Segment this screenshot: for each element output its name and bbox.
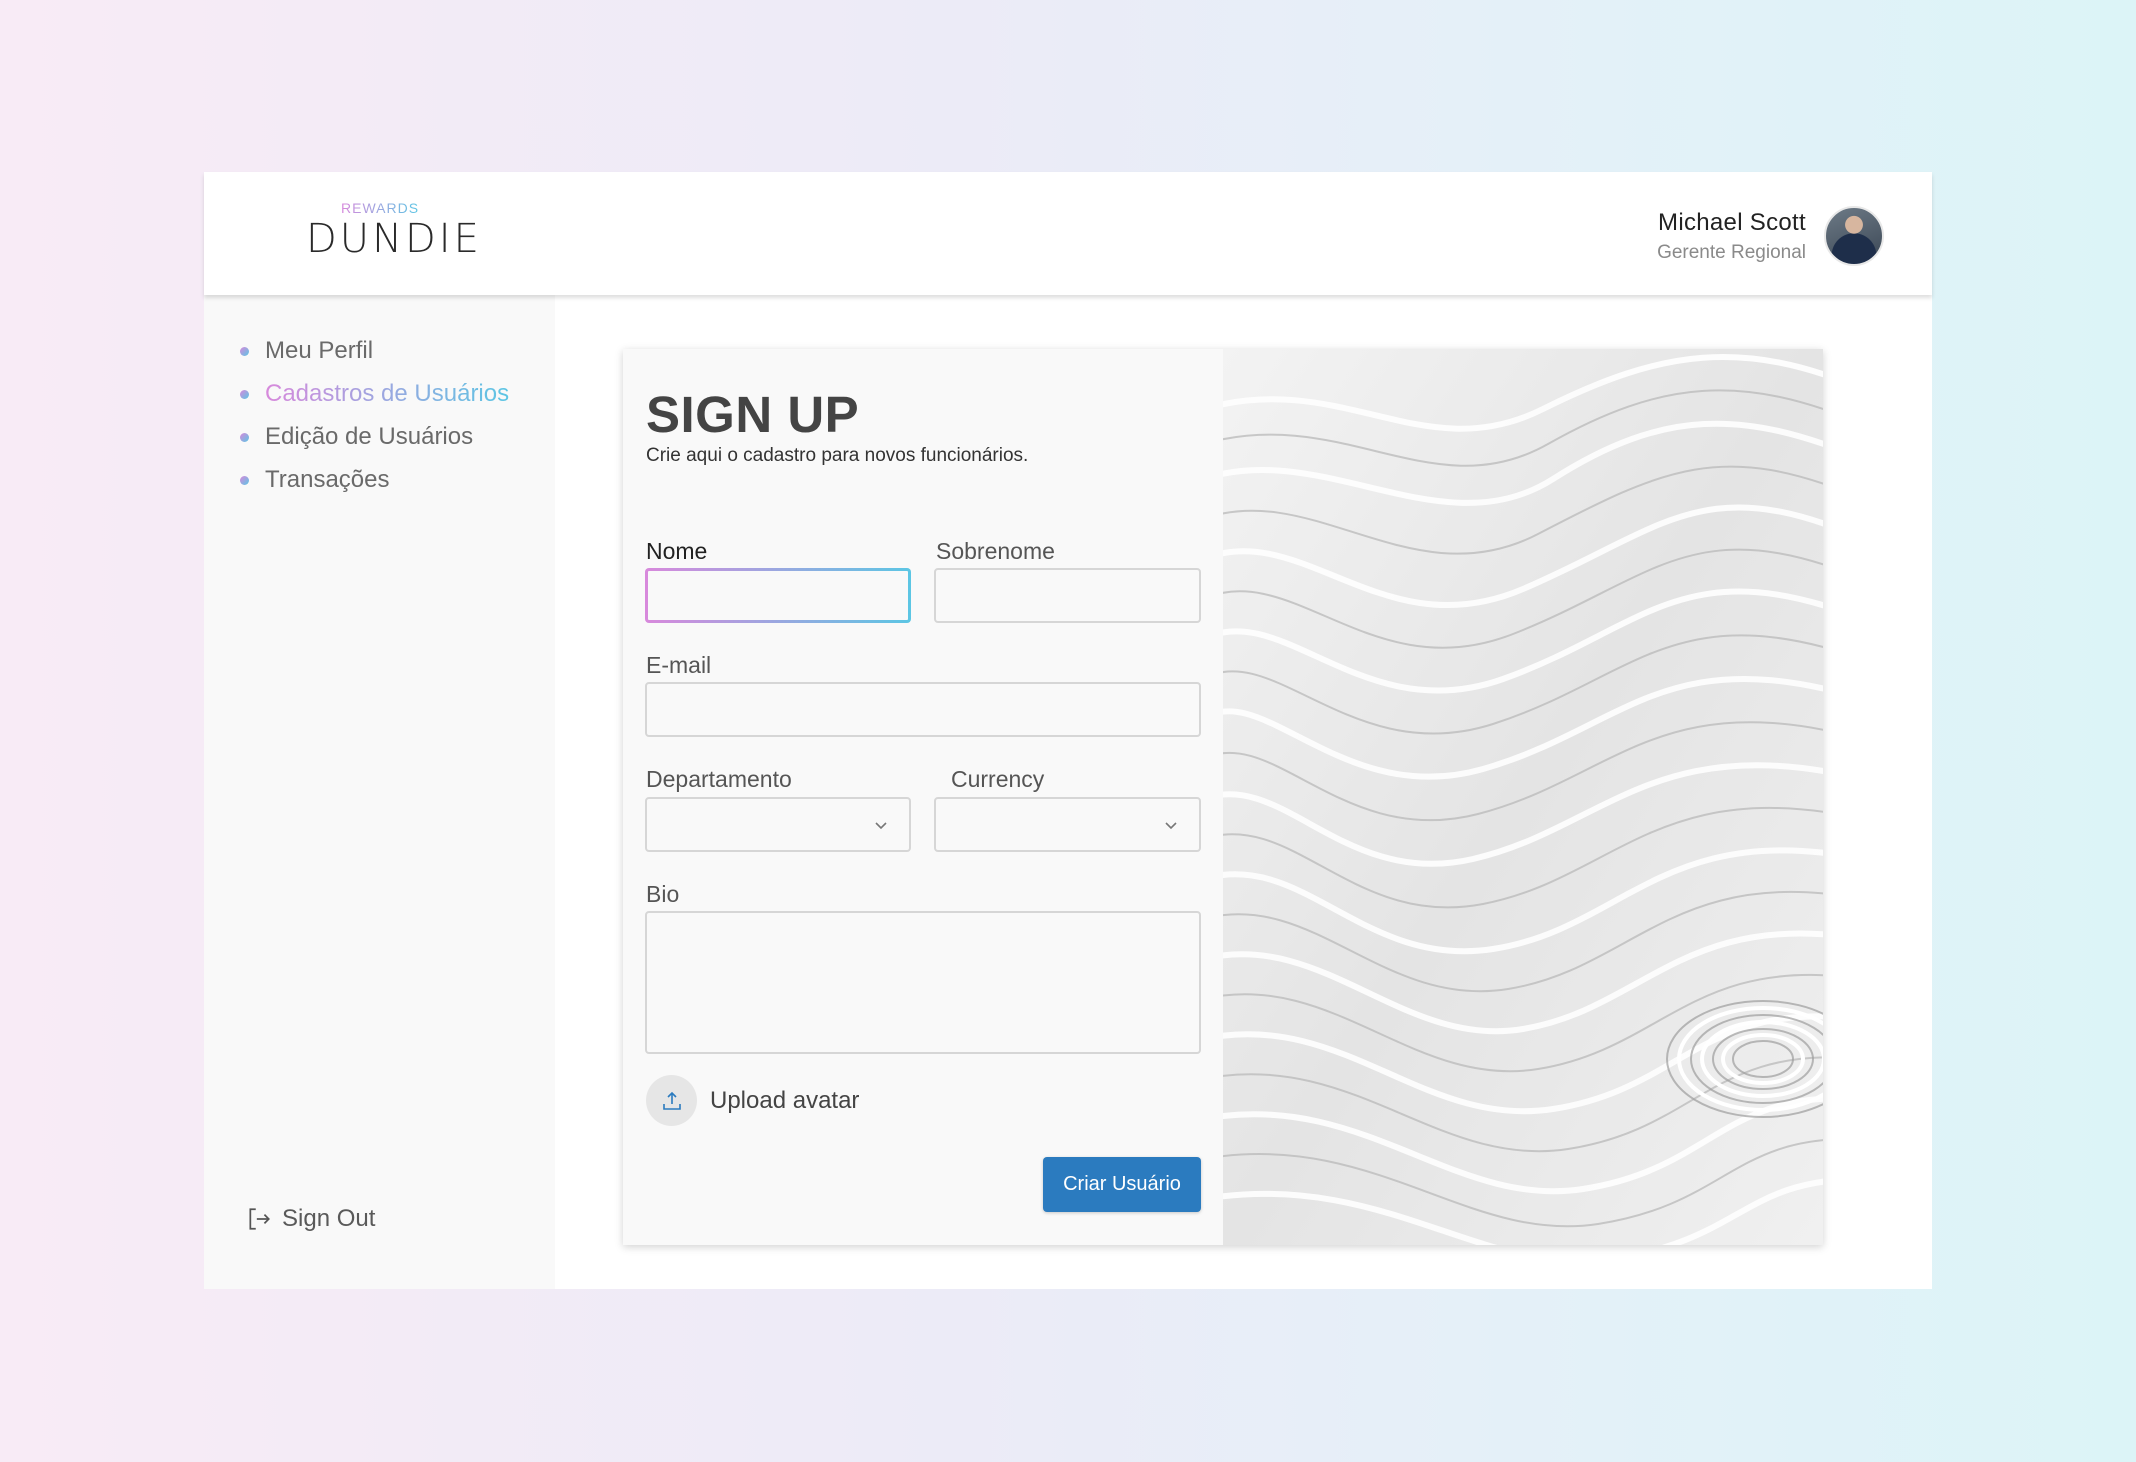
sidebar-item-transacoes[interactable]: Transações <box>240 466 390 494</box>
bio-textarea[interactable] <box>645 911 1201 1054</box>
upload-icon-circle <box>646 1075 697 1126</box>
bullet-dot-icon <box>240 432 249 442</box>
user-info: Michael Scott Gerente Regional <box>1657 209 1806 264</box>
avatar[interactable] <box>1824 206 1884 266</box>
sign-out-label: Sign Out <box>282 1205 376 1232</box>
sidebar-item-label: Cadastros de Usuários <box>265 380 510 407</box>
nome-label: Nome <box>646 538 708 564</box>
page-title: SIGN UP <box>646 386 860 443</box>
upload-icon <box>662 1091 681 1110</box>
upload-avatar-button[interactable]: Upload avatar <box>646 1075 859 1126</box>
logo-dundie-text: DUNDIE <box>306 216 482 262</box>
sidebar-item-meu-perfil[interactable]: Meu Perfil <box>240 337 373 365</box>
logo-rewards-text: REWARDS <box>341 200 420 216</box>
user-profile[interactable]: Michael Scott Gerente Regional <box>1657 205 1884 267</box>
departamento-select[interactable] <box>645 797 911 852</box>
sidebar-item-label: Meu Perfil <box>265 337 374 364</box>
app-window: REWARDS DUNDIE Michael Scott Gerente Reg… <box>204 172 1932 1289</box>
sobrenome-field[interactable] <box>934 568 1201 623</box>
upload-avatar-label: Upload avatar <box>710 1086 860 1114</box>
bullet-dot-icon <box>240 389 249 399</box>
bullet-dot-icon <box>240 475 249 485</box>
nome-field[interactable] <box>645 568 911 623</box>
dundie-rewards-logo[interactable]: REWARDS DUNDIE <box>306 200 479 270</box>
sobrenome-label: Sobrenome <box>936 538 1055 564</box>
signup-form: SIGN UP Crie aqui o cadastro para novos … <box>623 349 1223 1245</box>
currency-select[interactable] <box>934 797 1201 852</box>
currency-label: Currency <box>951 766 1045 792</box>
sidebar: Meu Perfil Cadastros de Usuários Edição … <box>204 295 555 1289</box>
top-header: REWARDS DUNDIE Michael Scott Gerente Reg… <box>204 172 1932 295</box>
criar-usuario-button[interactable]: Criar Usuário <box>1043 1157 1201 1212</box>
email-label: E-mail <box>646 652 712 678</box>
page-subtitle: Crie aqui o cadastro para novos funcioná… <box>646 445 1029 466</box>
sign-out-icon <box>249 1208 270 1230</box>
email-field[interactable] <box>645 682 1201 737</box>
bullet-dot-icon <box>240 346 249 356</box>
departamento-label: Departamento <box>646 766 792 792</box>
chevron-down-icon <box>875 822 887 830</box>
chevron-down-icon <box>1165 822 1177 830</box>
bio-label: Bio <box>646 881 680 907</box>
decorative-paper-image <box>1223 349 1823 1245</box>
user-role: Gerente Regional <box>1657 241 1806 263</box>
paper-waves-illustration <box>1223 349 1823 1245</box>
sidebar-item-cadastros-de-usuarios[interactable]: Cadastros de Usuários <box>240 380 509 408</box>
sidebar-item-edicao-de-usuarios[interactable]: Edição de Usuários <box>240 423 473 451</box>
sidebar-item-label: Edição de Usuários <box>265 423 474 450</box>
user-name: Michael Scott <box>1658 208 1806 236</box>
sign-out-button[interactable]: Sign Out <box>246 1205 375 1233</box>
signup-card: SIGN UP Crie aqui o cadastro para novos … <box>623 349 1823 1245</box>
sidebar-item-label: Transações <box>265 466 390 493</box>
